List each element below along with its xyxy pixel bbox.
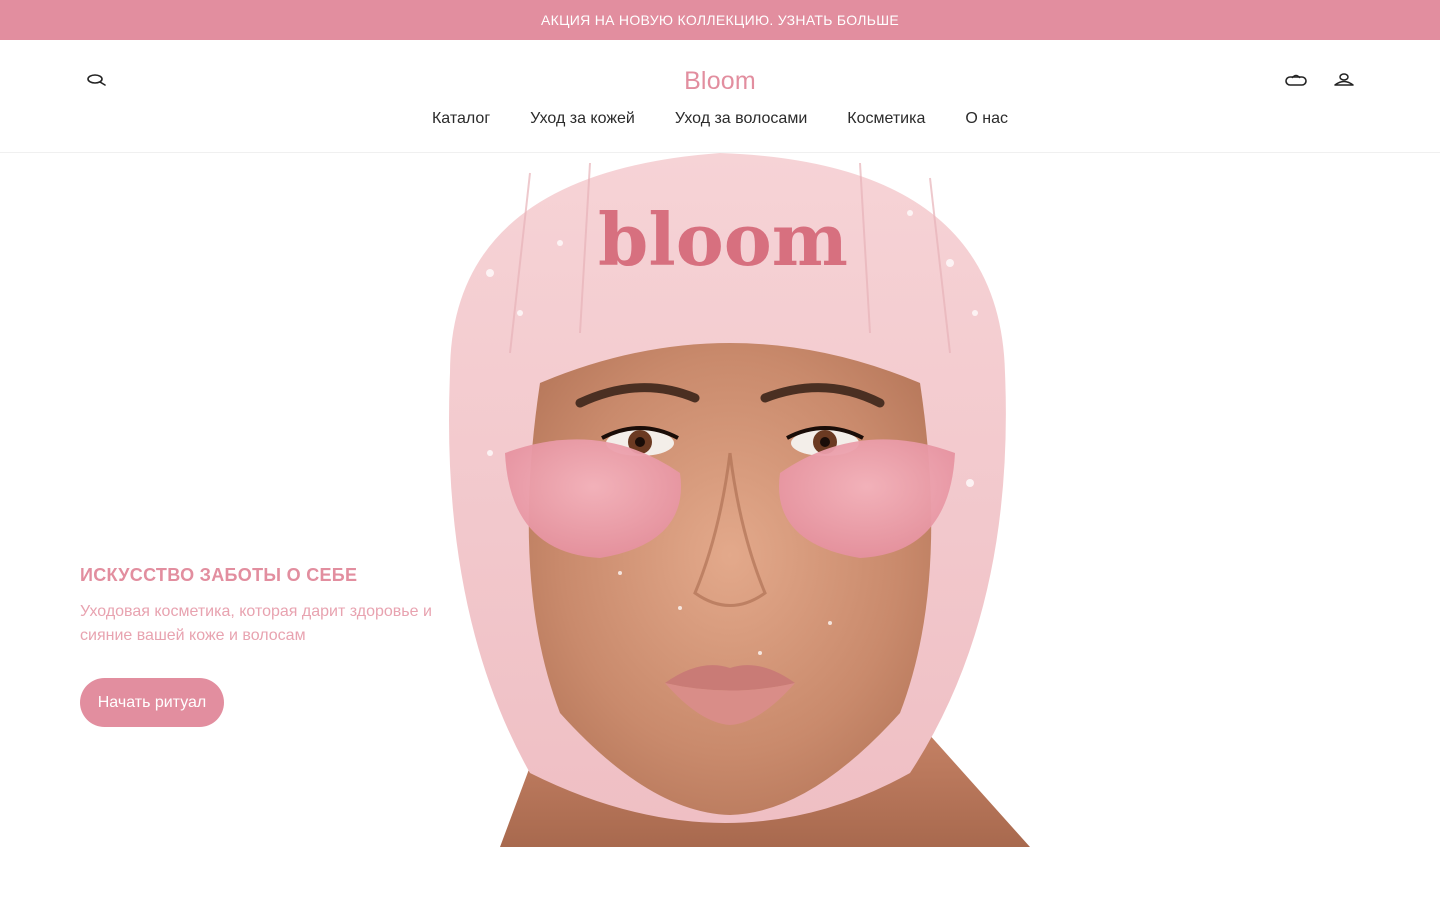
promo-text[interactable]: АКЦИЯ НА НОВУЮ КОЛЛЕКЦИЮ. УЗНАТЬ БОЛЬШЕ (541, 12, 899, 28)
nav-item-catalog[interactable]: Каталог (432, 110, 490, 128)
nav-item-cosmetics[interactable]: Косметика (847, 110, 925, 128)
hero-section: bloom ИСКУССТВО ЗАБОТЫ О СЕБЕ Уходовая к… (0, 153, 1440, 847)
logo-text[interactable]: Bloom (684, 67, 756, 95)
start-ritual-button[interactable]: Начать ритуал (80, 678, 224, 727)
nav-item-skincare[interactable]: Уход за кожей (530, 110, 635, 128)
nav-item-about[interactable]: О нас (965, 110, 1008, 128)
main-nav: Каталог Уход за кожей Уход за волосами К… (0, 110, 1440, 128)
user-icon[interactable] (1331, 67, 1357, 93)
site-header: Bloom Каталог Уход за кожей Уход за воло… (0, 40, 1440, 153)
bag-icon[interactable] (1283, 67, 1309, 93)
hero-text-block: ИСКУССТВО ЗАБОТЫ О СЕБЕ Уходовая космети… (80, 565, 480, 648)
promo-bar[interactable]: АКЦИЯ НА НОВУЮ КОЛЛЕКЦИЮ. УЗНАТЬ БОЛЬШЕ (0, 0, 1440, 40)
hero-title: ИСКУССТВО ЗАБОТЫ О СЕБЕ (80, 565, 358, 585)
logo[interactable]: Bloom (0, 67, 1440, 96)
hero-image: bloom (430, 153, 1030, 847)
hat-embroidery-text: bloom (598, 197, 848, 282)
nav-item-haircare[interactable]: Уход за волосами (675, 110, 807, 128)
hero-subtitle: Уходовая косметика, которая дарит здоров… (80, 603, 432, 644)
